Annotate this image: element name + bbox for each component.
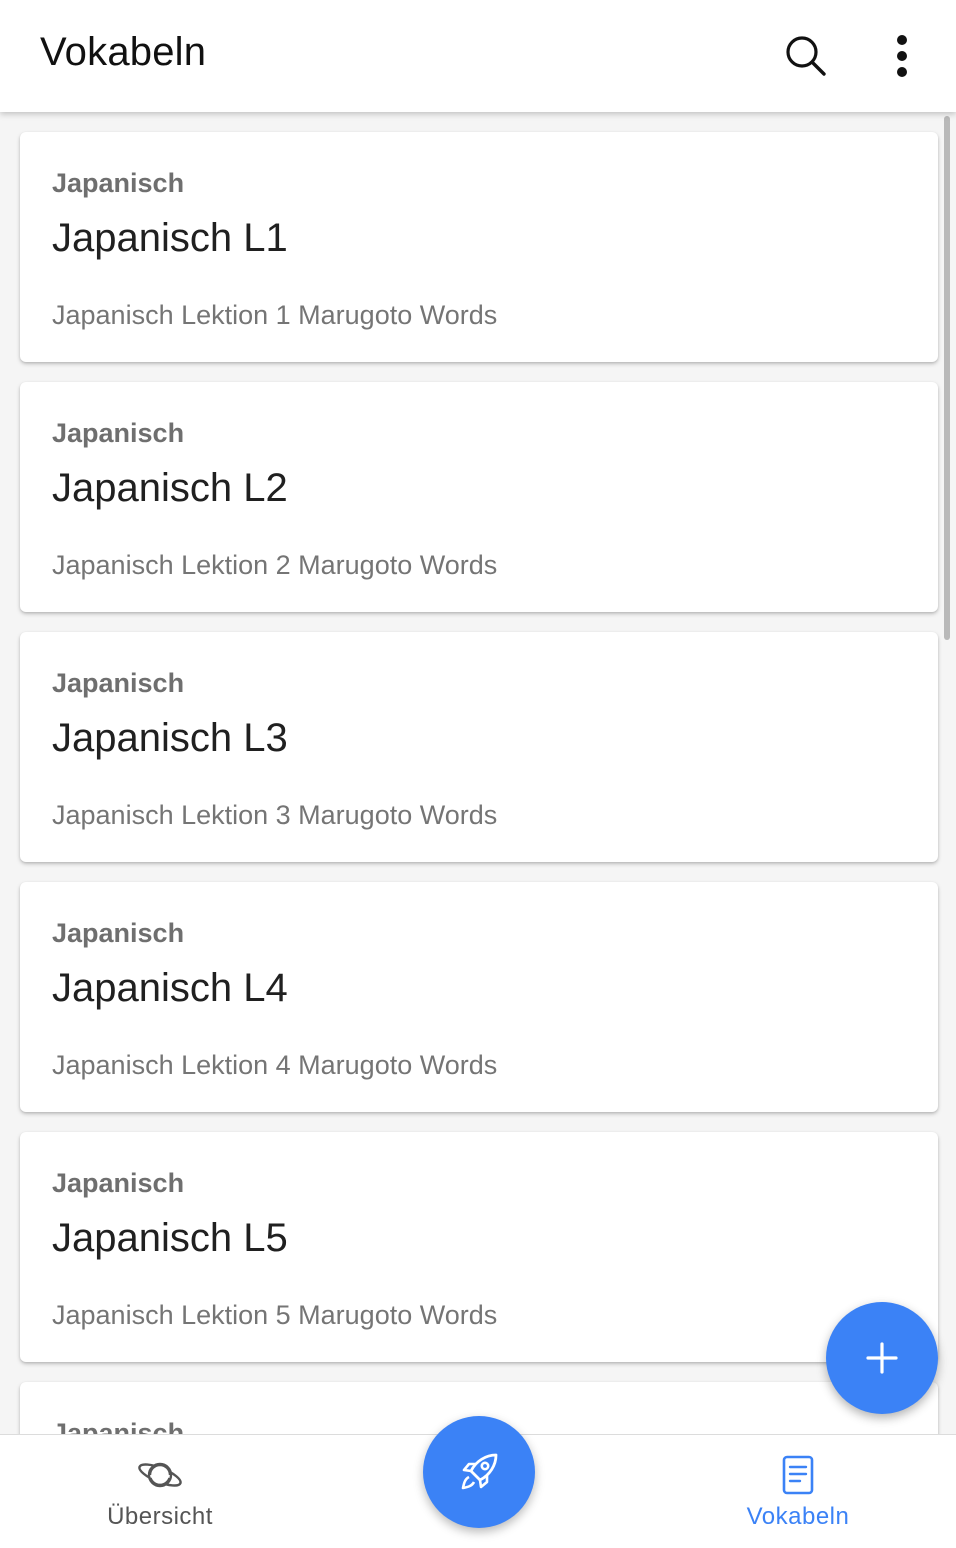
- search-button[interactable]: [776, 26, 836, 86]
- card-title: Japanisch L5: [52, 1216, 288, 1260]
- card-description: Japanisch Lektion 5 Marugoto Words: [52, 1300, 498, 1330]
- card-language: Japanisch: [52, 1418, 185, 1434]
- vocab-card[interactable]: Japanisch Japanisch L2 Japanisch Lektion…: [20, 382, 938, 612]
- card-description: Japanisch Lektion 1 Marugoto Words: [52, 300, 498, 330]
- card-language: Japanisch: [52, 418, 185, 448]
- page-title: Vokabeln: [40, 30, 207, 74]
- document-icon: [781, 1455, 815, 1495]
- card-language: Japanisch: [52, 918, 185, 948]
- nav-item-vocabulary[interactable]: Vokabeln: [698, 1435, 898, 1548]
- card-title: Japanisch L4: [52, 966, 288, 1010]
- vocab-list[interactable]: Japanisch Japanisch L1 Japanisch Lektion…: [0, 112, 956, 1434]
- top-app-bar: Vokabeln: [0, 0, 956, 112]
- card-title: Japanisch L1: [52, 216, 288, 260]
- search-icon: [786, 36, 826, 76]
- card-language: Japanisch: [52, 168, 185, 198]
- card-language: Japanisch: [52, 668, 185, 698]
- add-vocab-button[interactable]: [826, 1302, 938, 1414]
- card-title: Japanisch L2: [52, 466, 288, 510]
- card-description: Japanisch Lektion 4 Marugoto Words: [52, 1050, 498, 1080]
- app-root: Vokabeln Japanisch Japanisch L1 Japanisc…: [0, 0, 956, 1548]
- more-vert-icon: [897, 35, 907, 77]
- planet-icon: [136, 1455, 184, 1495]
- card-description: Japanisch Lektion 2 Marugoto Words: [52, 550, 498, 580]
- nav-label-overview: Übersicht: [107, 1503, 213, 1530]
- card-language: Japanisch: [52, 1168, 185, 1198]
- vocab-card[interactable]: Japanisch Japanisch L1 Japanisch Lektion…: [20, 132, 938, 362]
- nav-label-vocabulary: Vokabeln: [746, 1503, 850, 1530]
- vocab-card[interactable]: Japanisch Japanisch L4 Japanisch Lektion…: [20, 882, 938, 1112]
- scrollbar[interactable]: [944, 116, 950, 640]
- rocket-icon: [461, 1453, 498, 1490]
- card-title: Japanisch L3: [52, 716, 288, 760]
- vocab-card[interactable]: Japanisch Japanisch L3 Japanisch Lektion…: [20, 632, 938, 862]
- start-learning-button[interactable]: [423, 1416, 535, 1528]
- card-description: Japanisch Lektion 3 Marugoto Words: [52, 800, 498, 830]
- plus-icon: [866, 1342, 898, 1374]
- vocab-card[interactable]: Japanisch Japanisch L5 Japanisch Lektion…: [20, 1132, 938, 1362]
- nav-item-overview[interactable]: Übersicht: [60, 1435, 260, 1548]
- more-options-button[interactable]: [872, 26, 932, 86]
